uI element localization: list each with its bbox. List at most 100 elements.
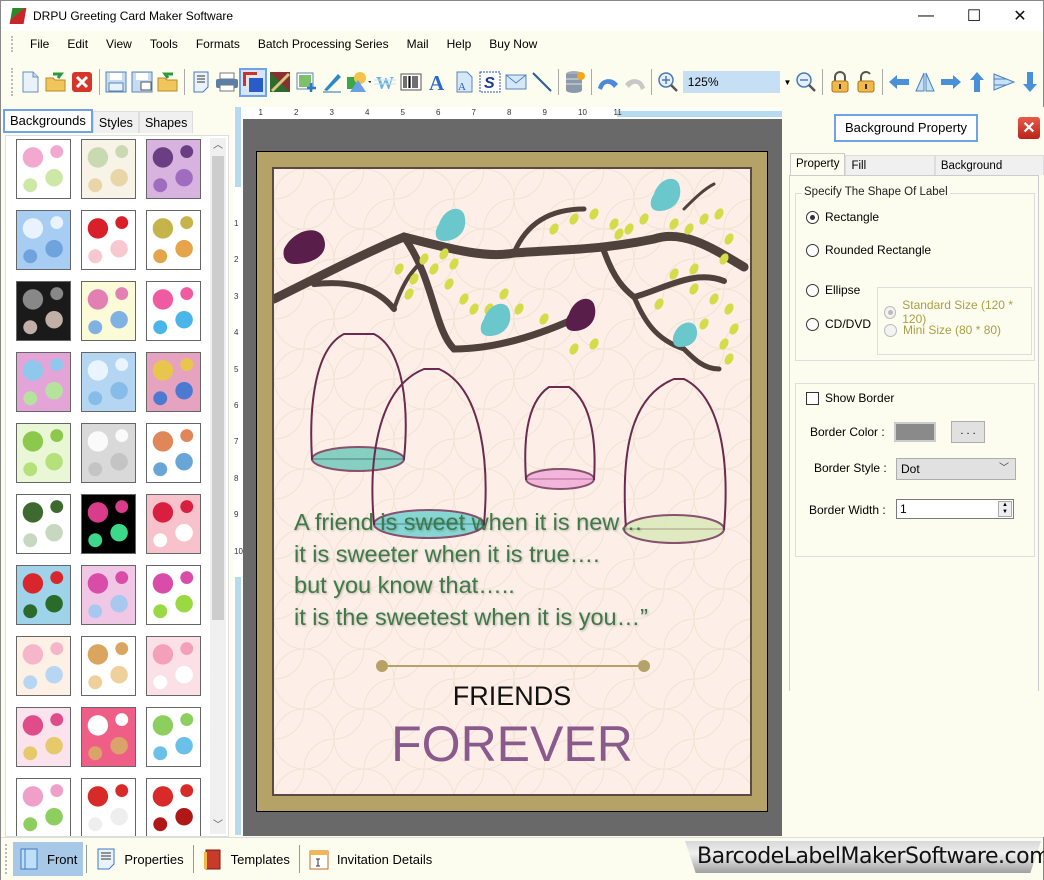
arrow-left-icon[interactable] [887,70,911,95]
zoom-in-icon[interactable] [656,70,680,95]
background-thumbnail-baby-pink[interactable] [16,139,71,199]
background-thumbnail-mistletoe[interactable] [16,494,71,554]
chevron-down-icon[interactable]: ▼ [782,71,794,93]
arrow-down-icon[interactable] [1018,70,1042,95]
radio-button[interactable] [806,210,819,224]
menu-file[interactable]: File [21,31,58,57]
bottom-tab-properties[interactable]: Properties [90,842,189,876]
tab-shapes[interactable]: Shapes [138,111,194,133]
background-thumbnail-white-heart[interactable] [81,423,136,483]
menu-buy-now[interactable]: Buy Now [480,31,546,57]
print-icon[interactable] [215,70,239,95]
line-icon[interactable] [530,70,554,95]
open-icon[interactable] [44,70,68,95]
close-file-icon[interactable] [70,70,94,95]
menu-help[interactable]: Help [438,31,481,57]
card-quote[interactable]: A friend is sweet when it is new… it is … [294,507,648,633]
background-thumbnail-pastel-flowers[interactable] [16,352,71,412]
radio-cd-dvd[interactable]: CD/DVD [806,317,871,331]
background-thumbnail-trees[interactable] [16,423,71,483]
background-thumbnail-bunnies[interactable] [146,707,201,767]
background-thumbnail-white-hearts-bows[interactable] [81,778,136,836]
scroll-up-icon[interactable]: ︿ [210,138,226,154]
radio-rectangle[interactable]: Rectangle [806,210,879,224]
export-icon[interactable] [156,70,180,95]
thumbnail-scrollbar[interactable]: ︿ ﹀ [210,138,226,834]
radio-button[interactable] [806,317,819,331]
unlock-icon[interactable] [854,70,878,95]
background-thumbnail-leaves[interactable] [146,210,201,270]
maximize-button[interactable]: ☐ [951,1,997,31]
background-thumbnail-red-hearts[interactable] [146,494,201,554]
stepper-arrows-icon[interactable]: ▲ ▼ [998,501,1012,517]
background-icon[interactable] [239,67,268,97]
menu-view[interactable]: View [97,31,141,57]
lock-icon[interactable] [827,70,851,95]
redo-icon[interactable] [622,70,646,95]
background-thumbnail-gifts[interactable] [146,281,201,341]
background-thumbnail-christmas[interactable] [16,565,71,625]
background-thumbnail-kids[interactable] [146,423,201,483]
menu-mail[interactable]: Mail [398,31,438,57]
tab-backgrounds[interactable]: Backgrounds [3,109,93,133]
database-icon[interactable] [563,70,587,95]
tab-background-effects[interactable]: Background Effects [934,155,1044,192]
scrollbar-thumb[interactable] [212,156,224,620]
background-thumbnail-heart-collage[interactable] [16,707,71,767]
card-page[interactable]: A friend is sweet when it is new… it is … [272,167,752,796]
tab-property[interactable]: Property [790,153,846,175]
bottom-tab-invitation-details[interactable]: Invitation Details [303,842,438,876]
menu-edit[interactable]: Edit [58,31,97,57]
properties-icon[interactable] [189,70,213,95]
new-icon[interactable] [18,70,42,95]
pencil-icon[interactable] [320,70,344,95]
background-thumbnail-purple-flowers[interactable] [146,139,201,199]
background-thumbnail-pink-bokeh[interactable] [81,565,136,625]
background-thumbnail-baby-cream[interactable] [81,139,136,199]
flip-icon[interactable] [913,70,937,95]
word-art-icon[interactable]: A [452,70,476,95]
border-color-browse-button[interactable]: . . . [951,421,985,443]
background-thumbnail-dresses[interactable] [146,636,201,696]
radio-button[interactable] [806,243,819,257]
background-thumbnail-red-flower[interactable] [146,778,201,836]
background-thumbnail-snowflakes[interactable] [81,352,136,412]
signature-icon[interactable]: S [478,70,502,95]
menu-batch-processing[interactable]: Batch Processing Series [249,31,398,57]
radio-rounded-rectangle[interactable]: Rounded Rectangle [806,243,931,257]
zoom-level-select[interactable]: 125% [682,71,780,93]
save-as-icon[interactable] [130,70,154,95]
barcode-icon[interactable] [399,70,423,95]
tab-fill-background[interactable]: Fill Background [845,155,935,192]
align-icon[interactable] [991,70,1015,95]
zoom-out-icon[interactable] [794,70,818,95]
undo-icon[interactable] [596,70,620,95]
background-thumbnail-heart-frame[interactable] [81,707,136,767]
border-color-swatch[interactable] [894,422,936,442]
bottom-tab-templates[interactable]: Templates [197,842,296,876]
close-window-button[interactable]: ✕ [997,1,1043,31]
card-frame[interactable]: A friend is sweet when it is new… it is … [256,151,768,812]
show-border-checkbox[interactable]: Show Border [806,391,894,405]
mail-icon[interactable] [504,70,528,95]
minimize-button[interactable]: — [903,1,949,31]
background-thumbnail-clouds[interactable] [16,210,71,270]
save-icon[interactable] [103,70,127,95]
background-thumbnail-stripes[interactable] [16,636,71,696]
shapes-icon[interactable] [346,70,371,95]
background-thumbnail-mandalas[interactable] [146,352,201,412]
card-title-friends[interactable]: FRIENDS [274,681,750,712]
insert-picture-icon[interactable] [294,70,318,95]
background-thumbnail-flower-rows[interactable] [81,281,136,341]
checkbox[interactable] [806,391,819,405]
design-canvas[interactable]: A friend is sweet when it is new… it is … [243,119,782,836]
background-thumbnail-strawberries[interactable] [81,210,136,270]
arrow-up-icon[interactable] [965,70,989,95]
text-icon[interactable]: A [425,70,449,95]
radio-button[interactable] [806,283,819,297]
background-thumbnail-teddy[interactable] [81,636,136,696]
card-title-forever[interactable]: FOREVER [274,715,750,773]
background-thumbnail-dark-roses[interactable] [16,281,71,341]
border-width-stepper[interactable]: 1 ▲ ▼ [896,499,1014,519]
background-thumbnail-fireworks[interactable] [81,494,136,554]
